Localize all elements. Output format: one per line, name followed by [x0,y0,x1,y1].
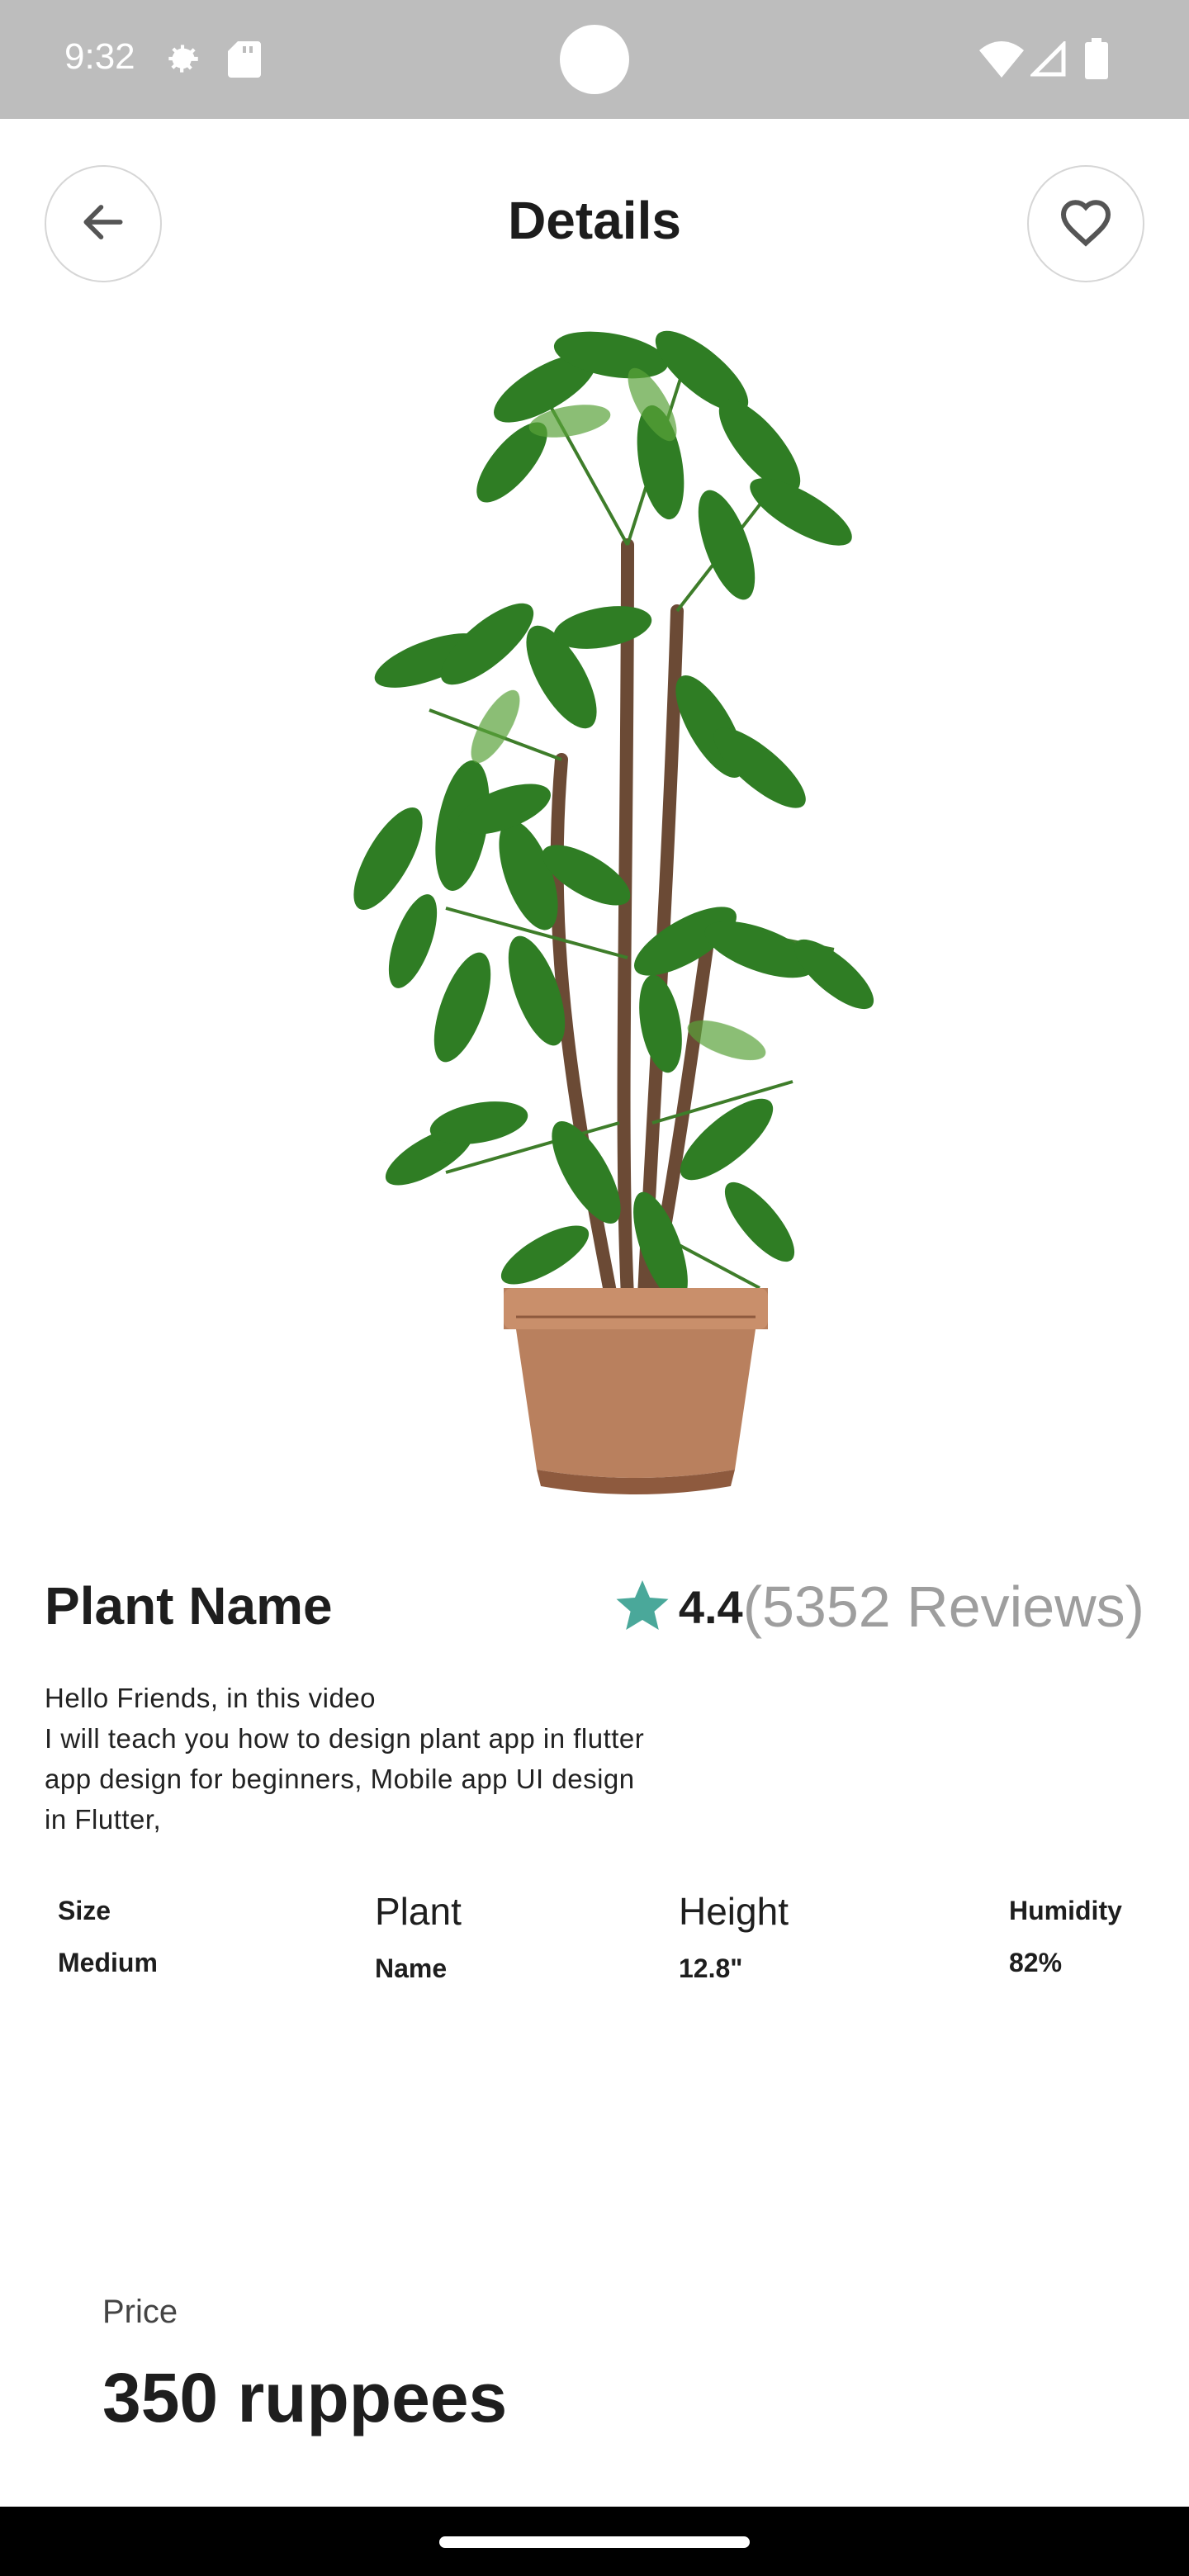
description: Hello Friends, in this video I will teac… [45,1683,645,1835]
page-title: Details [508,191,681,250]
wifi-icon [979,41,1024,82]
spec-height: Height 12.8" [679,1889,789,1984]
sd-card-icon [228,41,261,82]
favorite-button[interactable] [1027,165,1144,282]
star-icon [613,1575,672,1639]
spec-value: Medium [58,1948,158,1977]
spec-label: Height [679,1890,789,1933]
heart-outline-icon [1056,192,1116,256]
status-bar: 9:32 [0,0,1189,119]
price-value: 350 ruppees [102,2359,508,2436]
camera-cutout [560,25,629,94]
spec-value: 82% [1009,1948,1063,1977]
plant-image [297,297,892,1519]
rating-value: 4.4 [678,1580,743,1633]
battery-icon [1085,38,1108,83]
spec-label: Plant [375,1890,462,1933]
spec-size: Size Medium [58,1896,158,1978]
spec-value: 12.8" [679,1953,743,1983]
home-gesture-handle[interactable] [439,2536,750,2548]
review-count: (5352 Reviews) [742,1574,1144,1639]
spec-label: Size [58,1896,111,1925]
spec-plant: Plant Name [375,1889,462,1984]
plant-name: Plant Name [45,1576,333,1636]
spec-label: Humidity [1009,1896,1122,1925]
price-label: Price [102,2294,178,2330]
settings-gear-icon [162,38,203,83]
cellular-signal-icon [1028,39,1067,82]
spec-humidity: Humidity 82% [1009,1896,1122,1978]
rating: 4.4 (5352 Reviews) [613,1574,1144,1640]
spec-value: Name [375,1953,448,1983]
status-time: 9:32 [64,36,135,77]
